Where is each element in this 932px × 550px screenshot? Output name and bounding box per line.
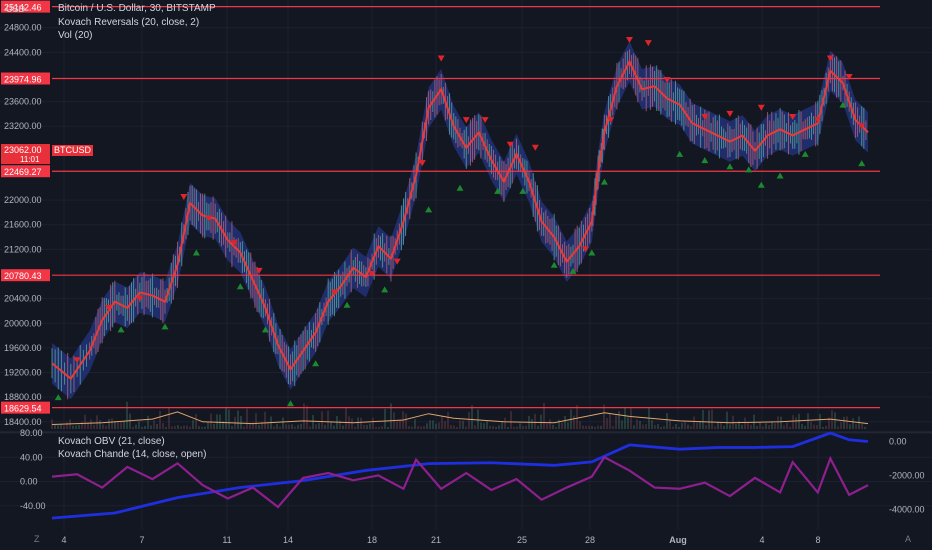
buy-signal-marker: [381, 286, 389, 293]
buy-signal-marker: [757, 181, 765, 188]
time-axis-label: 11: [222, 535, 231, 545]
level-label: 22469.27: [4, 167, 42, 177]
buy-signal-marker: [676, 150, 684, 157]
chande-axis-label: 80.00: [20, 428, 43, 438]
buy-signal-marker: [117, 326, 125, 333]
buy-signal-marker: [776, 172, 784, 179]
time-axis-label: 18: [367, 535, 377, 545]
buy-signal-marker: [550, 261, 558, 268]
buy-signal-marker: [236, 283, 244, 290]
buy-signal-marker: [161, 323, 169, 330]
level-label: 23974.96: [4, 75, 42, 85]
sell-signal-marker: [757, 104, 765, 111]
time-axis-label: 8: [815, 535, 820, 545]
price-axis-label: 20000.00: [4, 318, 42, 328]
current-price-label: 23062.00: [4, 145, 42, 155]
price-axis-label: 18400.00: [4, 417, 42, 427]
symbol-tag: BTCUSD: [52, 145, 94, 156]
price-axis-label: 24400.00: [4, 47, 42, 57]
timezone-icon[interactable]: Z: [34, 534, 40, 544]
obv-axis-label: 0.00: [889, 437, 907, 447]
sell-signal-marker: [644, 40, 652, 47]
time-axis-label: 28: [585, 535, 595, 545]
price-axis-label: 23200.00: [4, 121, 42, 131]
price-axis-label: 21600.00: [4, 220, 42, 230]
indicator-obv[interactable]: Kovach OBV (21, close): [58, 436, 165, 447]
time-axis-label: 21: [431, 535, 441, 545]
price-axis-label: 19200.00: [4, 368, 42, 378]
horizontal-levels: 25142.4623974.9622469.2720780.4318629.54…: [1, 0, 880, 414]
price-band: [52, 41, 868, 399]
chande-axis-label: 0.00: [20, 477, 38, 487]
time-axis-label: 7: [139, 535, 144, 545]
time-axis-label: 4: [61, 535, 66, 545]
chart-title[interactable]: Bitcoin / U.S. Dollar, 30, BITSTAMP: [58, 3, 216, 15]
currency-label: USD: [6, 4, 26, 14]
sell-signal-marker: [726, 110, 734, 117]
time-axis-label: 25: [517, 535, 527, 545]
reversal-signals: [54, 37, 866, 407]
price-axis-label: 20400.00: [4, 294, 42, 304]
price-axis-label: 24800.00: [4, 23, 42, 33]
chande-axis-label: 40.00: [20, 452, 43, 462]
buy-signal-marker: [588, 249, 596, 256]
sell-signal-marker: [531, 144, 539, 151]
price-band-fill: [52, 41, 868, 399]
sell-signal-marker: [180, 194, 188, 201]
buy-signal-marker: [192, 249, 200, 256]
buy-signal-marker: [600, 178, 608, 185]
price-chart[interactable]: 25142.4623974.9622469.2720780.4318629.54…: [0, 0, 932, 550]
chande-axis-label: -40.00: [20, 501, 46, 511]
price-axis-label: 22000.00: [4, 195, 42, 205]
buy-signal-marker: [801, 150, 809, 157]
indicator-volume[interactable]: Vol (20): [58, 30, 92, 42]
volume-pane: [51, 401, 869, 429]
buy-signal-marker: [456, 184, 464, 191]
obv-axis-label: -4000.00: [889, 505, 925, 515]
time-axis-label: Aug: [669, 535, 687, 545]
buy-signal-marker: [312, 360, 320, 367]
time-axis-label: 14: [283, 535, 293, 545]
countdown-label: 11:01: [20, 155, 40, 164]
obv-axis-label: -2000.00: [889, 471, 925, 481]
price-axis-label: 19600.00: [4, 343, 42, 353]
buy-signal-marker: [343, 301, 351, 308]
buy-signal-marker: [425, 206, 433, 213]
price-line: [51, 59, 869, 381]
price-axis-label: 23600.00: [4, 97, 42, 107]
price-axis-label: 21200.00: [4, 244, 42, 254]
level-label: 20780.43: [4, 271, 42, 281]
indicator-chande[interactable]: Kovach Chande (14, close, open): [58, 449, 206, 460]
buy-signal-marker: [858, 160, 866, 167]
sell-signal-marker: [462, 117, 470, 124]
buy-signal-marker: [701, 157, 709, 164]
buy-signal-marker: [726, 163, 734, 170]
sell-signal-marker: [437, 55, 445, 62]
auto-scale-icon[interactable]: A: [905, 534, 911, 544]
indicator-reversals[interactable]: Kovach Reversals (20, close, 2): [58, 17, 199, 29]
buy-signal-marker: [745, 166, 753, 173]
time-axis-label: 4: [759, 535, 764, 545]
level-label: 18629.54: [4, 404, 42, 414]
sell-signal-marker: [625, 37, 633, 44]
price-axis-label: 18800.00: [4, 392, 42, 402]
